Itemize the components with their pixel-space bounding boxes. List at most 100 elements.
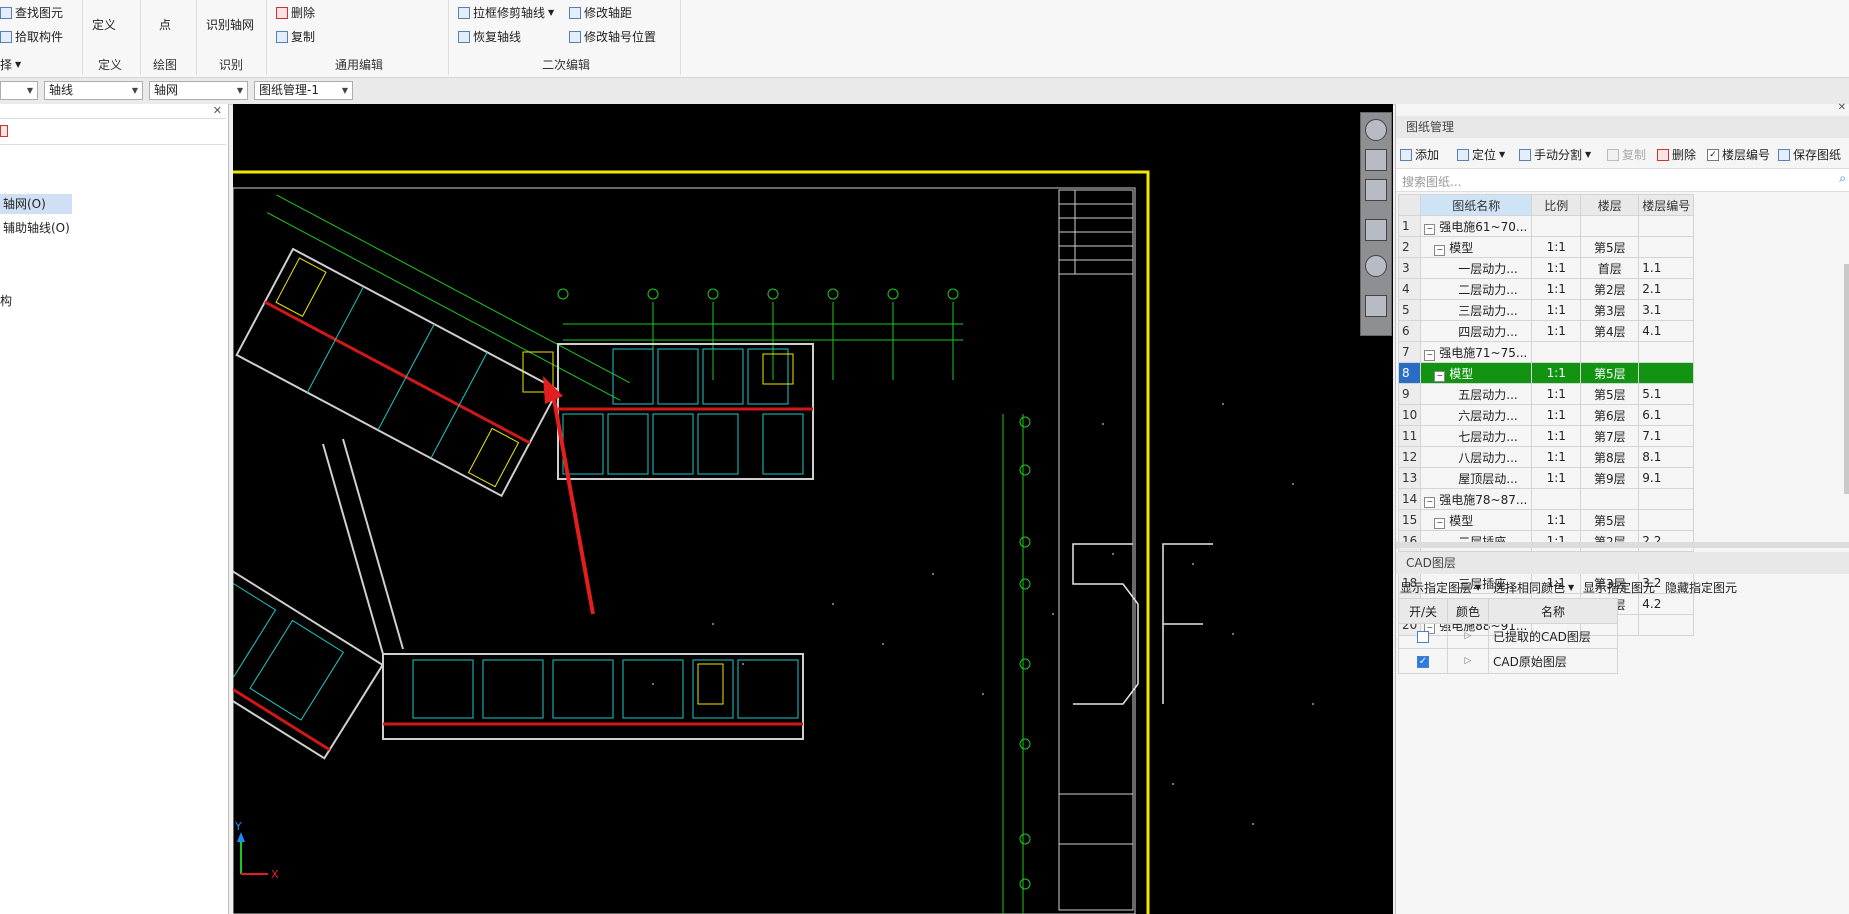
drawing-name-cell[interactable]: 一层动力... <box>1420 257 1533 279</box>
add-drawing-button[interactable]: 添加 <box>1400 146 1439 163</box>
floor-cell[interactable]: 第6层 <box>1580 404 1640 426</box>
manual-split-button[interactable]: 手动分割 ▼ <box>1519 146 1591 163</box>
restore-axis-button[interactable]: 恢复轴线 <box>458 28 521 45</box>
floor-cell[interactable] <box>1580 341 1640 363</box>
show-element-button[interactable]: 显示指定图元 <box>1583 579 1655 596</box>
drawing-name-cell[interactable]: 六层动力... <box>1420 404 1533 426</box>
floor-code-cell[interactable] <box>1638 509 1695 531</box>
tree-item-axis-grid[interactable]: 轴网(O) <box>0 194 72 214</box>
close-icon[interactable]: ✕ <box>1838 102 1846 113</box>
locate-button[interactable]: 定位 ▼ <box>1457 146 1505 163</box>
drawing-name-cell[interactable]: − 模型 <box>1420 362 1533 384</box>
floor-cell[interactable]: 第2层 <box>1580 530 1640 552</box>
search-icon[interactable]: ⌕ <box>1839 171 1846 186</box>
floor-cell[interactable]: 第9层 <box>1580 467 1640 489</box>
drawing-table-row[interactable]: 4 二层动力... 1:1 第2层 2.1 <box>1397 278 1695 300</box>
drawing-table-row[interactable]: 7− 强电施71~75... <box>1397 341 1695 363</box>
rotate-icon[interactable] <box>1365 255 1387 277</box>
save-drawing-button[interactable]: 保存图纸 <box>1778 146 1841 163</box>
drawing-name-cell[interactable]: 七层动力... <box>1420 425 1533 447</box>
floor-cell[interactable]: 第5层 <box>1580 236 1640 258</box>
element-type-select[interactable]: 轴线 ▼ <box>44 81 143 100</box>
floor-cell[interactable] <box>1580 215 1640 237</box>
top-view-icon[interactable] <box>1365 179 1387 201</box>
drawing-table-row[interactable]: 3 一层动力... 1:1 首层 1.1 <box>1397 257 1695 279</box>
scrollbar[interactable] <box>1844 264 1849 494</box>
pick-component-button[interactable]: 拾取构件 <box>0 28 63 45</box>
navigate-icon[interactable] <box>1365 119 1387 141</box>
floor-cell[interactable]: 第4层 <box>1580 320 1640 342</box>
drawing-table-row[interactable]: 13 屋顶层动... 1:1 第9层 9.1 <box>1397 467 1695 489</box>
collapse-icon[interactable]: − <box>1424 349 1436 361</box>
layer-toggle-checkbox[interactable]: ✓ <box>1417 655 1429 668</box>
drawing-table-row[interactable]: 5 三层动力... 1:1 第3层 3.1 <box>1397 299 1695 321</box>
floor-cell[interactable]: 第5层 <box>1580 383 1640 405</box>
drawing-table-row[interactable]: 16二层插座...1:1第2层2.2 <box>1397 530 1695 552</box>
axis-grid-select[interactable]: 轴网 ▼ <box>149 81 248 100</box>
drawing-table-row[interactable]: 11 七层动力... 1:1 第7层 7.1 <box>1397 425 1695 447</box>
collapse-icon[interactable]: − <box>1424 223 1436 235</box>
floor-code-cell[interactable]: 9.1 <box>1638 467 1695 489</box>
drawing-table-row[interactable]: 15− 模型 1:1 第5层 <box>1397 509 1695 531</box>
trim-axis-button[interactable]: 拉框修剪轴线 ▼ <box>458 4 554 21</box>
layer-row[interactable]: ✓ ▷ CAD原始图层 <box>1398 648 1618 674</box>
drawing-table-row[interactable]: 8− 模型 1:1 第5层 <box>1397 362 1695 384</box>
floor-code-cell[interactable] <box>1638 614 1695 636</box>
floor-cell[interactable]: 第5层 <box>1580 362 1640 384</box>
collapse-icon[interactable]: − <box>1434 517 1446 529</box>
panel-splitter[interactable] <box>1396 542 1849 548</box>
drawing-name-cell[interactable]: 屋顶层动... <box>1420 467 1533 489</box>
drawing-name-cell[interactable]: − 模型 <box>1420 509 1533 531</box>
drawing-name-cell[interactable]: 四层动力... <box>1420 320 1533 342</box>
layer-grid-icon[interactable] <box>1365 295 1387 317</box>
identify-axis-button[interactable]: 识别轴网 <box>206 16 254 33</box>
col-header-scale[interactable]: 比例 <box>1531 194 1582 216</box>
layer-row[interactable]: ▷ 已提取的CAD图层 <box>1398 623 1618 649</box>
drawing-name-cell[interactable]: − 强电施71~75... <box>1420 341 1533 363</box>
floor-code-cell[interactable]: 2.2 <box>1638 530 1695 552</box>
drawing-table-row[interactable]: 2− 模型 1:1 第5层 <box>1397 236 1695 258</box>
floor-cell[interactable]: 第2层 <box>1580 278 1640 300</box>
floor-code-cell[interactable]: 5.1 <box>1638 383 1695 405</box>
drawing-name-cell[interactable]: − 模型 <box>1420 236 1533 258</box>
define-button[interactable]: 定义 <box>92 16 116 33</box>
cad-drawing-canvas[interactable]: Y X 5F <box>233 104 1393 914</box>
drawing-table-row[interactable]: 14− 强电施78~87... <box>1397 488 1695 510</box>
collapse-icon[interactable]: − <box>1424 496 1436 508</box>
drawing-table-row[interactable]: 1− 强电施61~70... <box>1397 215 1695 237</box>
drawing-name-cell[interactable]: 八层动力... <box>1420 446 1533 468</box>
floor-code-cell[interactable] <box>1638 236 1695 258</box>
drawing-table-row[interactable]: 10 六层动力... 1:1 第6层 6.1 <box>1397 404 1695 426</box>
floor-cell[interactable]: 第3层 <box>1580 299 1640 321</box>
floor-cell[interactable]: 第8层 <box>1580 446 1640 468</box>
drawing-table-row[interactable]: 6 四层动力... 1:1 第4层 4.1 <box>1397 320 1695 342</box>
floor-code-cell[interactable]: 2.1 <box>1638 278 1695 300</box>
floor-code-cell[interactable]: 4.1 <box>1638 320 1695 342</box>
collapse-icon[interactable]: − <box>1434 244 1446 256</box>
floor-code-cell[interactable]: 4.2 <box>1638 593 1695 615</box>
drawing-name-cell[interactable]: 三层动力... <box>1420 299 1533 321</box>
drawing-name-cell[interactable]: − 强电施61~70... <box>1420 215 1533 237</box>
search-input[interactable]: 搜索图纸... <box>1402 173 1461 190</box>
floor-code-cell[interactable]: 8.1 <box>1638 446 1695 468</box>
drawing-table-row[interactable]: 9 五层动力... 1:1 第5层 5.1 <box>1397 383 1695 405</box>
drawing-name-cell[interactable]: 二层插座... <box>1420 530 1533 552</box>
copy-button[interactable]: 复制 <box>276 28 315 45</box>
floor-cell[interactable]: 第5层 <box>1580 509 1640 531</box>
3d-view-icon[interactable] <box>1365 149 1387 171</box>
tree-item-structure[interactable]: 构 <box>0 292 12 309</box>
search-box[interactable]: 搜索图纸... ⌕ <box>1396 168 1849 192</box>
expand-icon[interactable]: ▷ <box>1447 623 1489 649</box>
delete-button[interactable]: 删除 <box>276 4 315 21</box>
close-icon[interactable]: ✕ <box>213 104 222 117</box>
category-select[interactable]: ▼ <box>0 81 38 100</box>
find-element-button[interactable]: 查找图元 <box>0 4 63 21</box>
delete-drawing-button[interactable]: 删除 <box>1657 146 1696 163</box>
select-same-color-dropdown[interactable]: 选择相同颜色 ▼ <box>1493 579 1574 596</box>
floor-code-cell[interactable] <box>1638 362 1695 384</box>
col-header-floor[interactable]: 楼层 <box>1580 194 1640 216</box>
modify-axis-label-pos-button[interactable]: 修改轴号位置 <box>569 28 656 45</box>
collapse-icon[interactable]: − <box>1434 370 1446 382</box>
col-header-name[interactable]: 图纸名称 <box>1420 194 1533 216</box>
expand-icon[interactable]: ▷ <box>1447 648 1489 674</box>
